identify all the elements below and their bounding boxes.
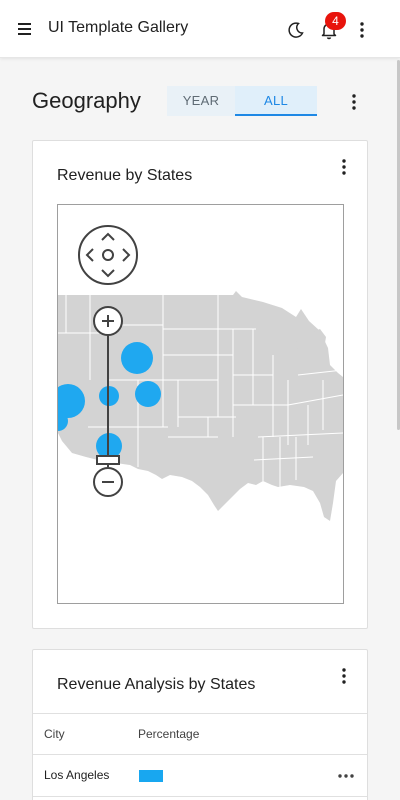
page-title: Geography [32, 88, 141, 113]
table-row[interactable]: Los Angeles [33, 755, 367, 797]
card-more-icon[interactable] [336, 157, 352, 177]
toggle-all[interactable]: ALL [235, 86, 317, 116]
state-bubble [121, 342, 153, 374]
revenue-map-card: Revenue by States [32, 140, 368, 629]
period-toggle: YEAR ALL [167, 86, 317, 116]
card-more-icon[interactable] [336, 666, 352, 686]
card-title: Revenue by States [57, 167, 193, 184]
revenue-analysis-card: Revenue Analysis by States City Percenta… [32, 649, 368, 800]
row-more-icon[interactable] [336, 768, 356, 784]
column-header-percentage[interactable]: Percentage [138, 727, 199, 741]
city-cell: Los Angeles [44, 768, 110, 782]
app-title: UI Template Gallery [48, 19, 189, 36]
us-map[interactable] [57, 204, 344, 604]
menu-icon[interactable] [14, 19, 34, 39]
card-title: Revenue Analysis by States [57, 676, 256, 693]
toggle-year[interactable]: YEAR [167, 86, 235, 116]
table-header: City Percentage [33, 713, 367, 755]
app-bar: UI Template Gallery 4 [0, 0, 400, 58]
zoom-thumb [96, 455, 120, 465]
notification-badge: 4 [325, 12, 346, 30]
column-header-city[interactable]: City [44, 727, 65, 741]
dark-mode-icon[interactable] [286, 20, 306, 40]
more-vert-icon[interactable] [354, 20, 370, 40]
page-more-icon[interactable] [346, 92, 362, 112]
state-bubble [135, 381, 161, 407]
percentage-bar [139, 770, 163, 782]
pan-control[interactable] [78, 225, 138, 285]
